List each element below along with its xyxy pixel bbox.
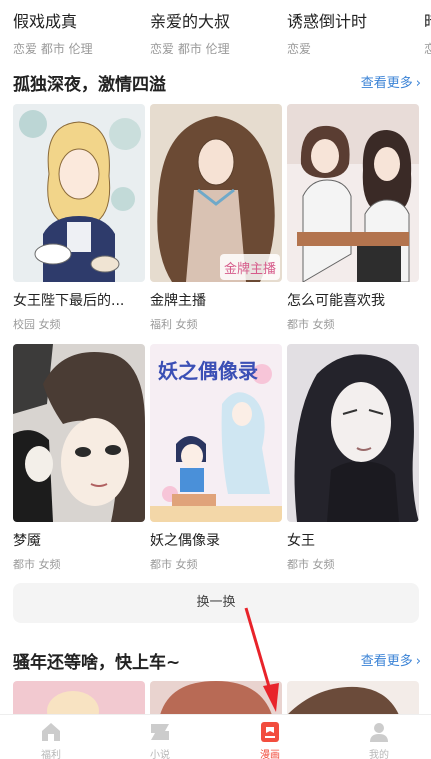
comic-tags: 恋爱 都市 伦理 (150, 42, 230, 56)
chevron-right-icon: › (415, 654, 421, 669)
comic-tags: 都市 女频 (150, 558, 198, 571)
view-more-link[interactable]: 查看更多 › (361, 72, 421, 91)
section-header: 骚年还等啥，快上车~ 查看更多 › (13, 648, 421, 673)
comic-cover[interactable] (13, 681, 145, 715)
comic-tags: 恋爱 都市 伦理 (13, 42, 93, 56)
top-comic-row: 假戏成真 恋爱 都市 伦理 亲爱的大叔 恋爱 都市 伦理 诱惑倒计时 恋爱 暗 … (0, 0, 431, 56)
comic-card[interactable]: 金牌主播 金牌主播 福利 女频 (150, 104, 282, 332)
comic-title: 女王 (287, 533, 315, 549)
comic-tags: 恋爱 (287, 42, 312, 56)
tab-label: 我的 (369, 750, 389, 759)
swap-button[interactable]: 换一换 (13, 583, 419, 623)
comic-cover: 金牌主播 (150, 104, 282, 282)
comic-item[interactable]: 诱惑倒计时 恋爱 (287, 8, 417, 56)
view-more-label: 查看更多 (360, 654, 413, 669)
comic-title: 假戏成真 (13, 12, 78, 31)
comic-cover: 妖之偶像录 (150, 344, 282, 522)
comic-item[interactable]: 暗 恋 (424, 8, 431, 56)
comic-card[interactable]: 梦魇 都市 女频 (13, 344, 145, 572)
section-title: 孤独深夜，激情四溢 (13, 75, 166, 95)
comic-tags: 校园 女频 (13, 318, 61, 331)
comic-cover (13, 344, 145, 522)
comic-cover (13, 104, 145, 282)
tab-novel[interactable]: 小说 (120, 715, 200, 759)
comic-title: 怎么可能喜欢我 (287, 293, 385, 309)
home-icon (42, 723, 60, 741)
comic-card[interactable]: 女王陛下最后的... 校园 女频 (13, 104, 145, 332)
comic-item[interactable]: 亲爱的大叔 恋爱 都市 伦理 (150, 8, 280, 56)
tab-welfare[interactable]: 福利 (11, 715, 91, 759)
comic-cover[interactable] (287, 681, 419, 715)
comic-cover (287, 344, 419, 522)
bottom-tab-bar: 福利 小说 漫画 我的 (0, 714, 431, 759)
comic-cover (287, 104, 419, 282)
comic-card[interactable]: 女王 都市 女频 (287, 344, 419, 572)
book-icon (151, 724, 169, 740)
comic-title: 梦魇 (13, 533, 41, 549)
comic-tags: 都市 女频 (287, 558, 335, 571)
cover-logo-text: 金牌主播 (224, 261, 276, 277)
tab-comic[interactable]: 漫画 (230, 715, 310, 759)
comic-tags: 都市 女频 (287, 318, 335, 331)
tab-label: 漫画 (260, 750, 280, 759)
comic-title: 暗 (424, 8, 431, 32)
view-more-link[interactable]: 查看更多 › (361, 650, 421, 669)
comic-tags: 福利 女频 (150, 318, 198, 331)
comic-title: 妖之偶像录 (150, 533, 220, 549)
comic-title: 女王陛下最后的... (13, 293, 125, 309)
cover-logo-text: 妖之偶像录 (158, 359, 258, 383)
profile-icon (370, 723, 388, 742)
view-more-label: 查看更多 (360, 76, 413, 91)
comic-item[interactable]: 假戏成真 恋爱 都市 伦理 (13, 8, 143, 56)
chevron-right-icon: › (415, 76, 421, 91)
section-title: 骚年还等啥，快上车~ (13, 653, 181, 673)
tab-label: 福利 (41, 750, 61, 759)
comic-card[interactable]: 妖之偶像录 妖之偶像录 都市 女频 (150, 344, 282, 572)
comic-title: 金牌主播 (150, 293, 206, 309)
section-header: 孤独深夜，激情四溢 查看更多 › (13, 70, 421, 95)
comic-title: 亲爱的大叔 (150, 12, 231, 31)
comic-card[interactable]: 怎么可能喜欢我 都市 女频 (287, 104, 419, 332)
tab-profile[interactable]: 我的 (339, 715, 419, 759)
comic-cover[interactable] (150, 681, 282, 715)
tab-label: 小说 (150, 750, 170, 759)
comic-tags: 都市 女频 (13, 558, 61, 571)
comic-title: 诱惑倒计时 (287, 12, 368, 31)
comic-tags: 恋 (424, 42, 431, 56)
comic-icon (261, 722, 279, 742)
